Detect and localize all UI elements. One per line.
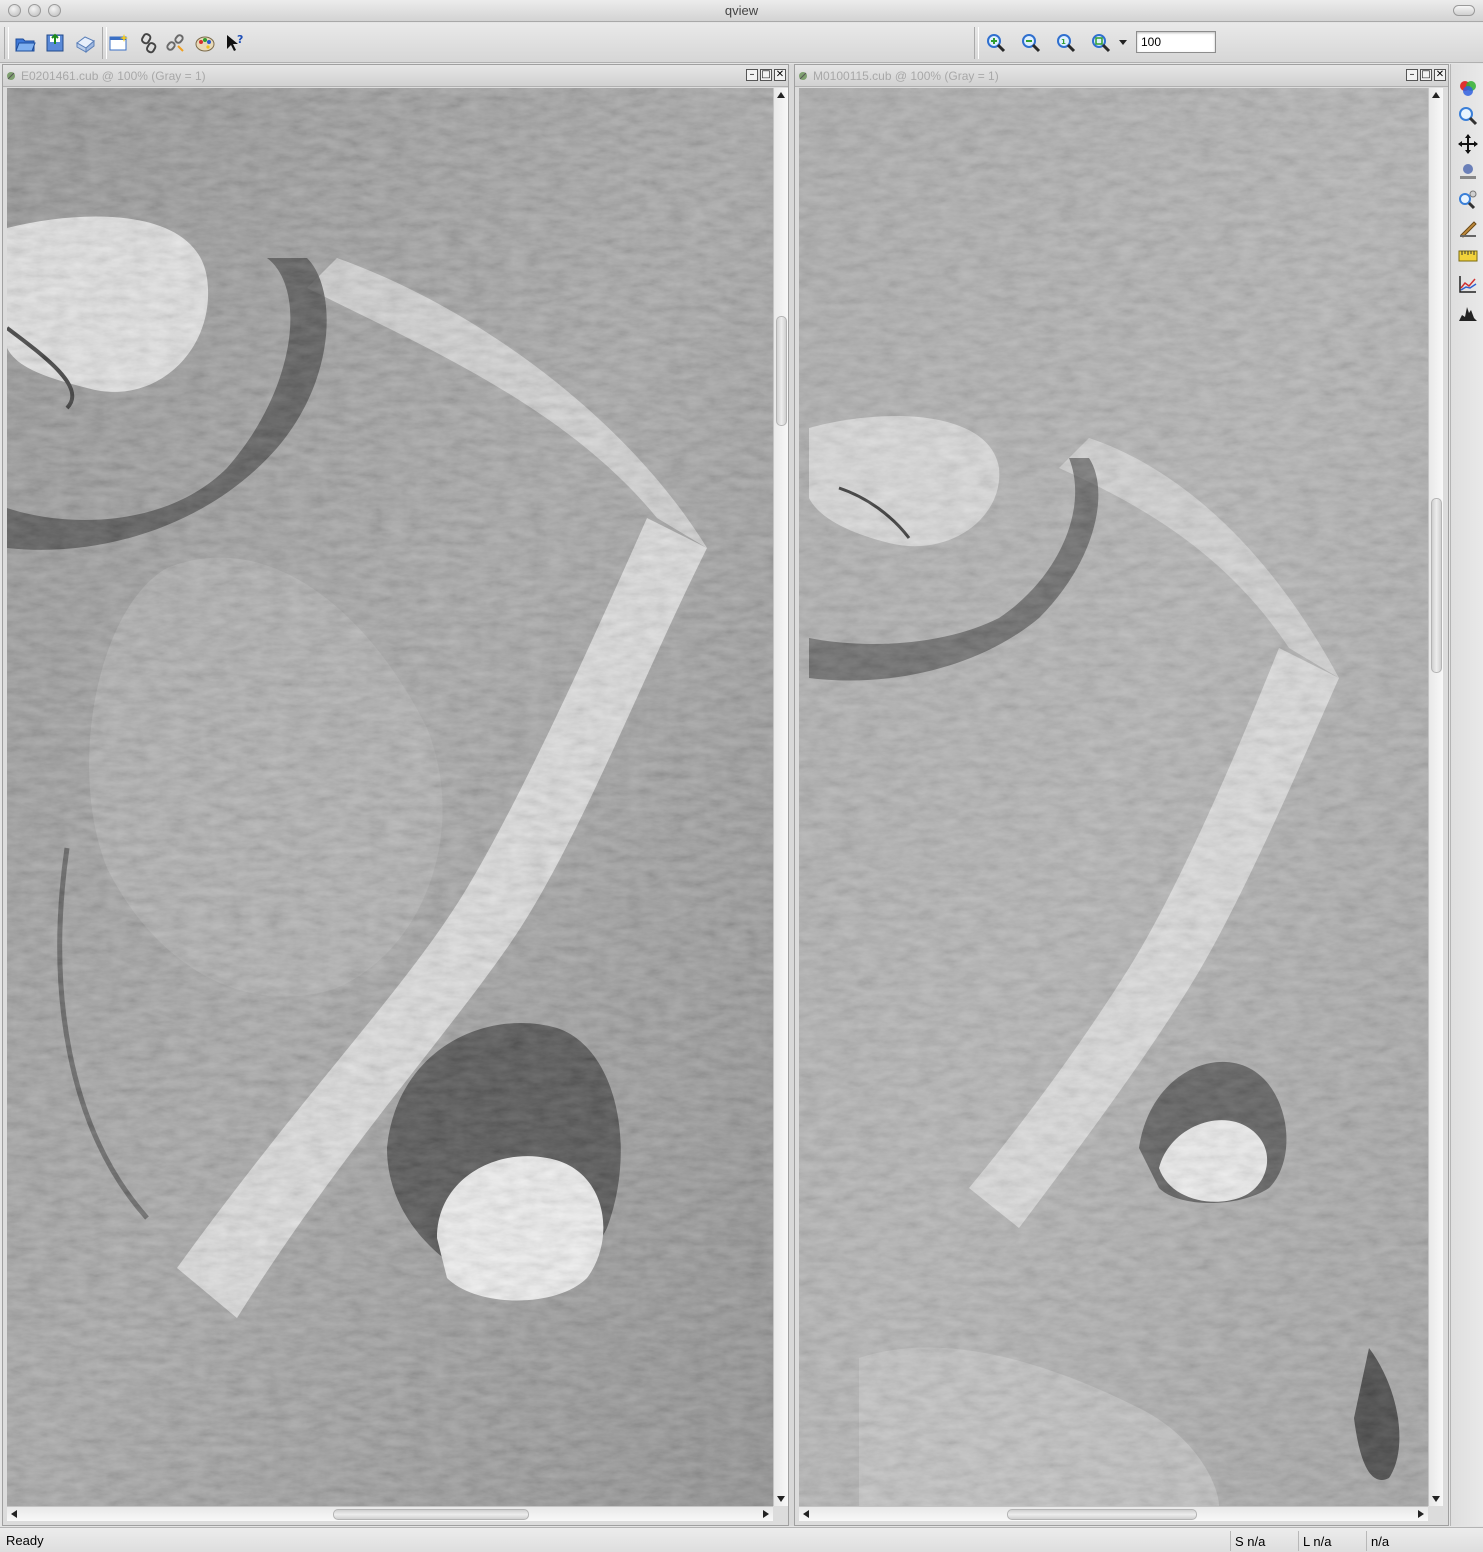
- maximize-viewport-button[interactable]: □: [760, 69, 772, 81]
- svg-text:?: ?: [237, 33, 243, 46]
- vertical-scrollbar[interactable]: [1428, 88, 1443, 1506]
- horizontal-scroll-thumb[interactable]: [333, 1509, 529, 1520]
- viewport-titlebar[interactable]: M0100115.cub @ 100% (Gray = 1) – □ ✕: [795, 65, 1448, 87]
- main-toolbar: ? 1: [0, 23, 1483, 63]
- toolbar-grip-3[interactable]: [974, 27, 979, 59]
- scroll-up-arrow[interactable]: [1432, 92, 1440, 98]
- scroll-up-arrow[interactable]: [777, 92, 785, 98]
- viewport-title: M0100115.cub @ 100% (Gray = 1): [813, 69, 999, 83]
- measure-tool-icon[interactable]: [1455, 244, 1481, 268]
- vertical-scroll-thumb[interactable]: [1431, 498, 1442, 673]
- vertical-scrollbar[interactable]: [773, 88, 788, 1506]
- whats-this-icon[interactable]: ?: [222, 30, 248, 56]
- svg-text:1: 1: [1061, 38, 1066, 46]
- scroll-left-arrow[interactable]: [803, 1510, 809, 1518]
- band-select-icon[interactable]: [1455, 76, 1481, 100]
- status-bar: Ready S n/a L n/a n/a: [0, 1527, 1483, 1552]
- zoom-out-icon[interactable]: [1018, 30, 1044, 56]
- link-icon[interactable]: [136, 30, 162, 56]
- sample-readout: S n/a: [1230, 1531, 1296, 1551]
- status-message: Ready: [6, 1533, 44, 1548]
- plot-tool-icon[interactable]: [1455, 272, 1481, 296]
- image-canvas[interactable]: [799, 88, 1428, 1506]
- zoom-level-input[interactable]: [1136, 31, 1216, 53]
- minimize-viewport-button[interactable]: –: [746, 69, 758, 81]
- zoom-tool-icon[interactable]: [1455, 104, 1481, 128]
- print-icon[interactable]: [72, 30, 98, 56]
- viewport-title: E0201461.cub @ 100% (Gray = 1): [21, 69, 206, 83]
- scroll-right-arrow[interactable]: [1418, 1510, 1424, 1518]
- app-icon: [7, 72, 15, 80]
- app-icon: [799, 72, 807, 80]
- stretch-tool-icon[interactable]: [1455, 160, 1481, 184]
- image-canvas[interactable]: [7, 88, 773, 1506]
- mars-terrain-image: [799, 88, 1428, 1506]
- new-window-icon[interactable]: [106, 30, 132, 56]
- window-title: qview: [724, 3, 759, 18]
- viewport-e0201461[interactable]: E0201461.cub @ 100% (Gray = 1) – □ ✕: [2, 64, 789, 1526]
- line-readout: L n/a: [1298, 1531, 1364, 1551]
- maximize-viewport-button[interactable]: □: [1420, 69, 1432, 81]
- blink-tool-icon[interactable]: [1455, 216, 1481, 240]
- pan-tool-icon[interactable]: [1455, 132, 1481, 156]
- find-tool-icon[interactable]: [1455, 188, 1481, 212]
- close-viewport-button[interactable]: ✕: [1434, 69, 1446, 81]
- tool-sidebar: [1450, 64, 1483, 1526]
- scroll-down-arrow[interactable]: [777, 1496, 785, 1502]
- histogram-tool-icon[interactable]: [1455, 300, 1481, 324]
- viewport-m0100115[interactable]: M0100115.cub @ 100% (Gray = 1) – □ ✕: [794, 64, 1449, 1526]
- close-viewport-button[interactable]: ✕: [774, 69, 786, 81]
- zoom-actual-icon[interactable]: 1: [1053, 30, 1079, 56]
- vertical-scroll-thumb[interactable]: [776, 316, 787, 426]
- zoom-dropdown-arrow[interactable]: [1119, 40, 1127, 45]
- zoom-in-icon[interactable]: [983, 30, 1009, 56]
- horizontal-scrollbar[interactable]: [7, 1506, 773, 1521]
- zoom-fit-icon[interactable]: [1088, 30, 1114, 56]
- horizontal-scrollbar[interactable]: [799, 1506, 1428, 1521]
- horizontal-scroll-thumb[interactable]: [1007, 1509, 1197, 1520]
- viewport-titlebar[interactable]: E0201461.cub @ 100% (Gray = 1) – □ ✕: [3, 65, 788, 87]
- scroll-right-arrow[interactable]: [763, 1510, 769, 1518]
- workspace: E0201461.cub @ 100% (Gray = 1) – □ ✕ M01…: [2, 64, 1449, 1526]
- scroll-down-arrow[interactable]: [1432, 1496, 1440, 1502]
- toolbar-toggle-button[interactable]: [1453, 5, 1475, 16]
- save-icon[interactable]: [42, 30, 68, 56]
- pixel-value-readout: n/a: [1366, 1531, 1476, 1551]
- scroll-left-arrow[interactable]: [11, 1510, 17, 1518]
- window-titlebar: qview: [0, 0, 1483, 22]
- toolbar-grip[interactable]: [4, 27, 9, 59]
- open-icon[interactable]: [12, 30, 38, 56]
- unlink-icon[interactable]: [162, 30, 188, 56]
- mars-terrain-image: [7, 88, 773, 1506]
- palette-icon[interactable]: [192, 30, 218, 56]
- minimize-viewport-button[interactable]: –: [1406, 69, 1418, 81]
